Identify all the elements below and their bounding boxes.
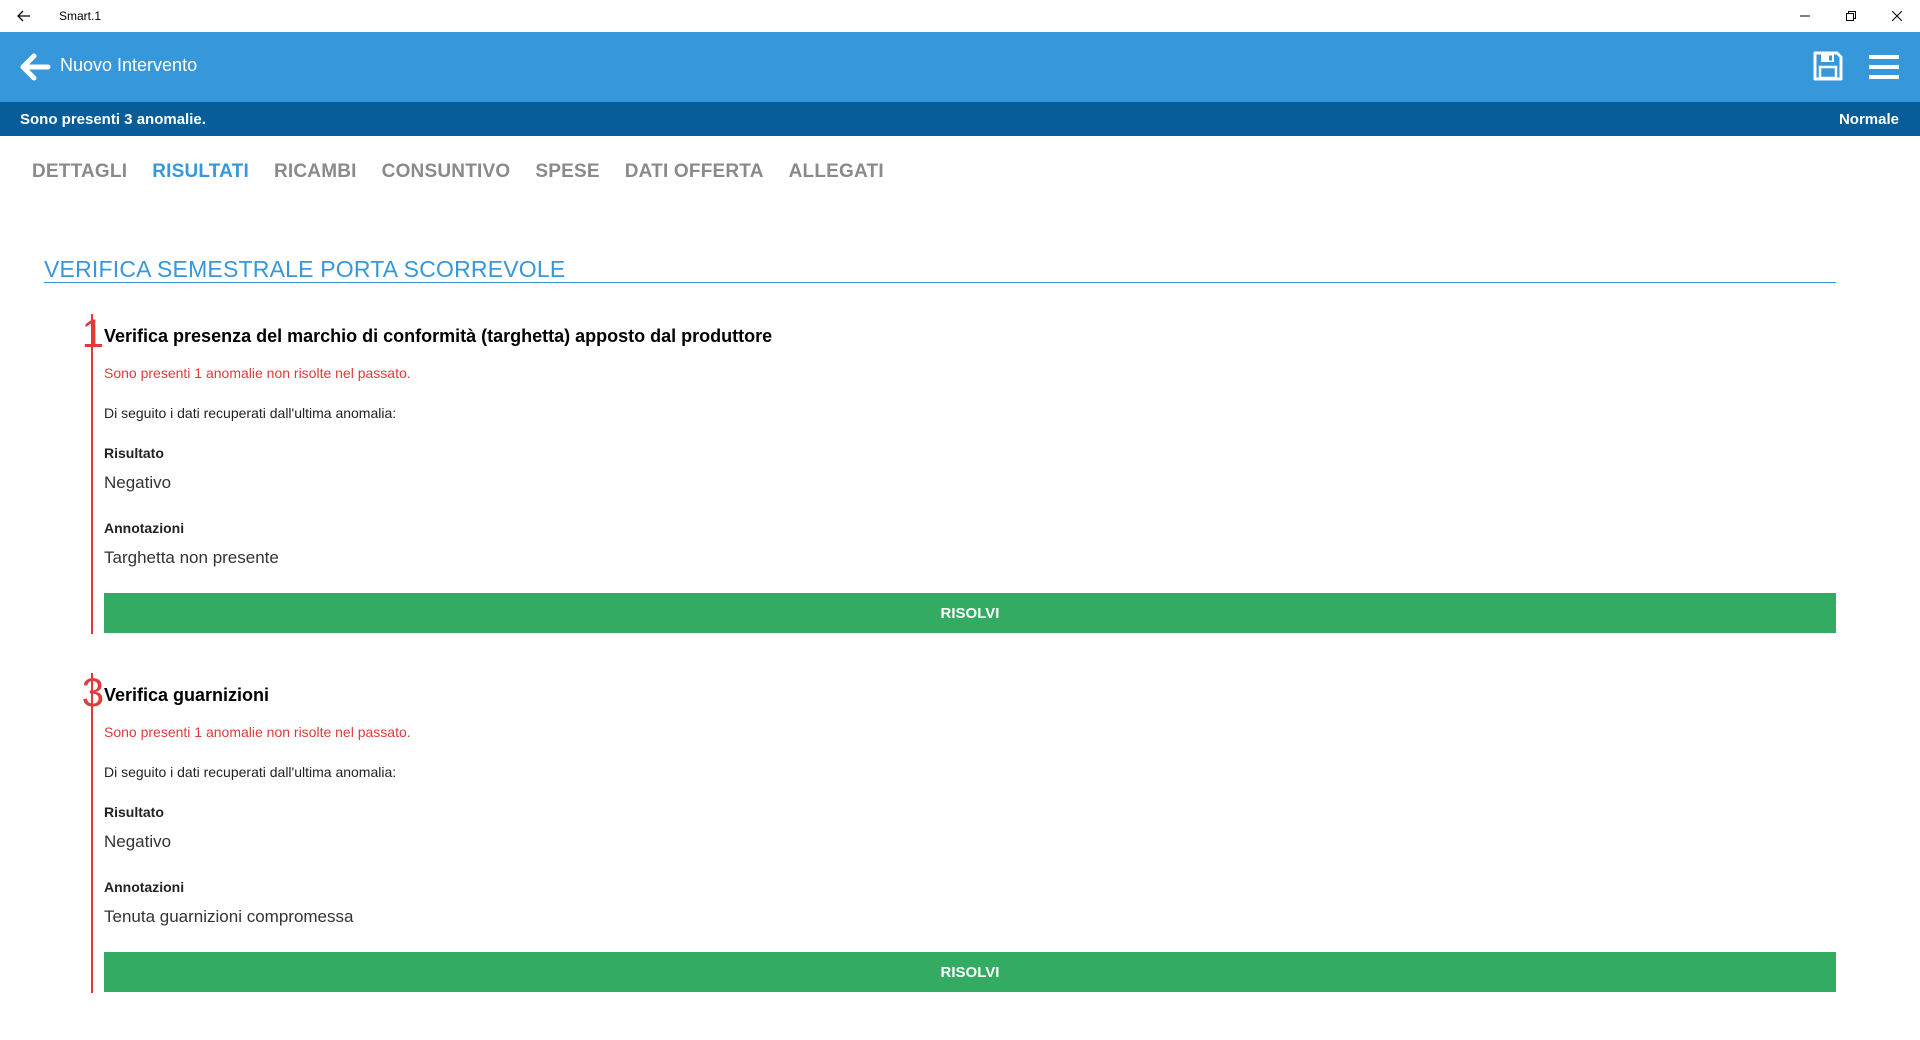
risolvi-button[interactable]: RISOLVI	[104, 593, 1836, 633]
restore-button[interactable]	[1828, 0, 1874, 32]
window-title: Smart.1	[59, 9, 102, 23]
item-warning: Sono presenti 1 anomalie non risolte nel…	[104, 365, 411, 381]
item-title: Verifica guarnizioni	[104, 685, 270, 705]
tab-allegati[interactable]: ALLEGATI	[789, 161, 884, 183]
arrow-left-icon	[20, 53, 51, 81]
item-number: 3	[64, 673, 104, 713]
result-value: Negativo	[104, 832, 172, 851]
result-label: Risultato	[104, 804, 164, 820]
section-title: VERIFICA SEMESTRALE PORTA SCORREVOLE	[44, 256, 566, 282]
tab-ricambi[interactable]: RICAMBI	[274, 161, 357, 183]
minimize-icon	[1800, 15, 1810, 17]
anomaly-item: 3 Verifica guarnizioni Sono presenti 1 a…	[44, 673, 1836, 993]
minimize-button[interactable]	[1782, 0, 1828, 32]
tab-dettagli[interactable]: DETTAGLI	[32, 161, 127, 183]
status-bar: Sono presenti 3 anomalie. Normale	[0, 102, 1920, 136]
page-title: Nuovo Intervento	[60, 55, 198, 75]
item-info: Di seguito i dati recuperati dall'ultima…	[104, 764, 397, 780]
anomalies-message: Sono presenti 3 anomalie.	[20, 111, 206, 128]
save-icon	[1813, 51, 1843, 81]
item-marker-bar	[91, 314, 93, 634]
window-controls	[1782, 0, 1920, 32]
tab-dati-offerta[interactable]: DATI OFFERTA	[625, 161, 764, 183]
item-info: Di seguito i dati recuperati dall'ultima…	[104, 405, 397, 421]
notes-value: Targhetta non presente	[104, 548, 279, 567]
risolvi-button[interactable]: RISOLVI	[104, 952, 1836, 992]
notes-value: Tenuta guarnizioni compromessa	[104, 907, 354, 926]
section-divider	[44, 282, 1836, 283]
item-number: 1	[64, 314, 104, 354]
back-button[interactable]	[18, 50, 52, 84]
item-title: Verifica presenza del marchio di conform…	[104, 326, 773, 346]
item-warning: Sono presenti 1 anomalie non risolte nel…	[104, 724, 411, 740]
window-back-button[interactable]	[0, 0, 48, 32]
close-icon	[1892, 11, 1902, 21]
anomaly-item: 1 Verifica presenza del marchio di confo…	[44, 314, 1836, 634]
window-titlebar: Smart.1	[0, 0, 1920, 32]
menu-button[interactable]	[1868, 52, 1900, 82]
arrow-left-icon	[17, 10, 30, 22]
item-marker-bar	[91, 673, 93, 993]
close-button[interactable]	[1874, 0, 1920, 32]
tab-spese[interactable]: SPESE	[535, 161, 599, 183]
hamburger-icon	[1869, 55, 1899, 79]
result-label: Risultato	[104, 445, 164, 461]
tab-bar: DETTAGLI RISULTATI RICAMBI CONSUNTIVO SP…	[32, 161, 909, 183]
tab-risultati[interactable]: RISULTATI	[152, 161, 249, 183]
save-button[interactable]	[1812, 50, 1844, 82]
priority-label: Normale	[1838, 111, 1899, 128]
app-header: Nuovo Intervento	[0, 32, 1920, 102]
result-value: Negativo	[104, 473, 172, 492]
tab-consuntivo[interactable]: CONSUNTIVO	[382, 161, 511, 183]
notes-label: Annotazioni	[104, 520, 185, 536]
restore-icon	[1846, 11, 1856, 21]
notes-label: Annotazioni	[104, 879, 185, 895]
